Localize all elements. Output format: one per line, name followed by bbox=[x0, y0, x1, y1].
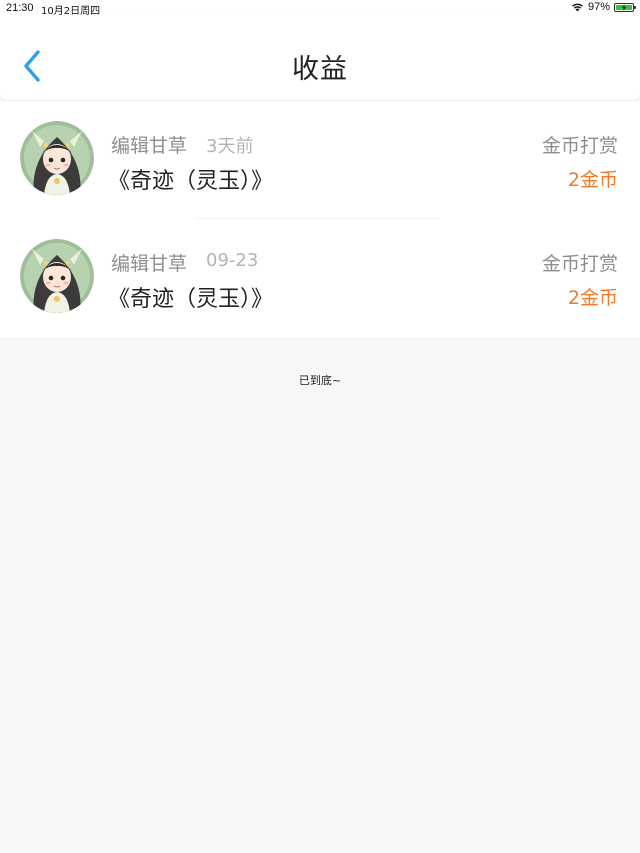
avatar-illustration bbox=[20, 121, 94, 195]
status-bar: 21:30 10月2日周四 97% bbox=[0, 0, 640, 17]
list-item[interactable]: 编辑甘草 3天前 《奇迹（灵玉）》 金币打赏 2金币 bbox=[0, 101, 640, 219]
battery-percentage: 97% bbox=[587, 1, 610, 13]
tip-amount: 2金币 bbox=[567, 287, 618, 309]
book-title: 《奇迹（灵玉）》 bbox=[108, 287, 274, 312]
charging-bolt-icon bbox=[621, 3, 627, 11]
wifi-icon bbox=[572, 3, 583, 12]
header-bar: 收益 bbox=[0, 16, 640, 101]
end-of-list-text: 已到底~ bbox=[298, 374, 342, 387]
battery-tip bbox=[634, 5, 636, 9]
page-title: 收益 bbox=[292, 54, 348, 85]
list-item[interactable]: 编辑甘草 09-23 《奇迹（灵玉）》 金币打赏 2金币 bbox=[0, 219, 640, 337]
avatar bbox=[20, 121, 94, 195]
editor-name: 编辑甘草 bbox=[111, 135, 188, 157]
record-time: 3天前 bbox=[206, 136, 254, 157]
battery-charging-icon bbox=[614, 2, 636, 12]
status-indicators: 97% bbox=[571, 1, 636, 13]
avatar-illustration bbox=[20, 239, 94, 313]
avatar bbox=[20, 239, 94, 313]
book-title: 《奇迹（灵玉）》 bbox=[108, 169, 274, 194]
status-date: 10月2日周四 bbox=[41, 6, 101, 17]
tip-type: 金币打赏 bbox=[541, 253, 618, 275]
status-time: 21:30 bbox=[6, 2, 34, 14]
record-time: 09-23 bbox=[206, 250, 259, 271]
editor-name: 编辑甘草 bbox=[111, 253, 188, 275]
tip-amount: 2金币 bbox=[567, 169, 618, 191]
tip-type: 金币打赏 bbox=[541, 135, 618, 157]
earnings-list: 编辑甘草 3天前 《奇迹（灵玉）》 金币打赏 2金币 编辑甘草 09-23 《奇… bbox=[0, 101, 640, 337]
